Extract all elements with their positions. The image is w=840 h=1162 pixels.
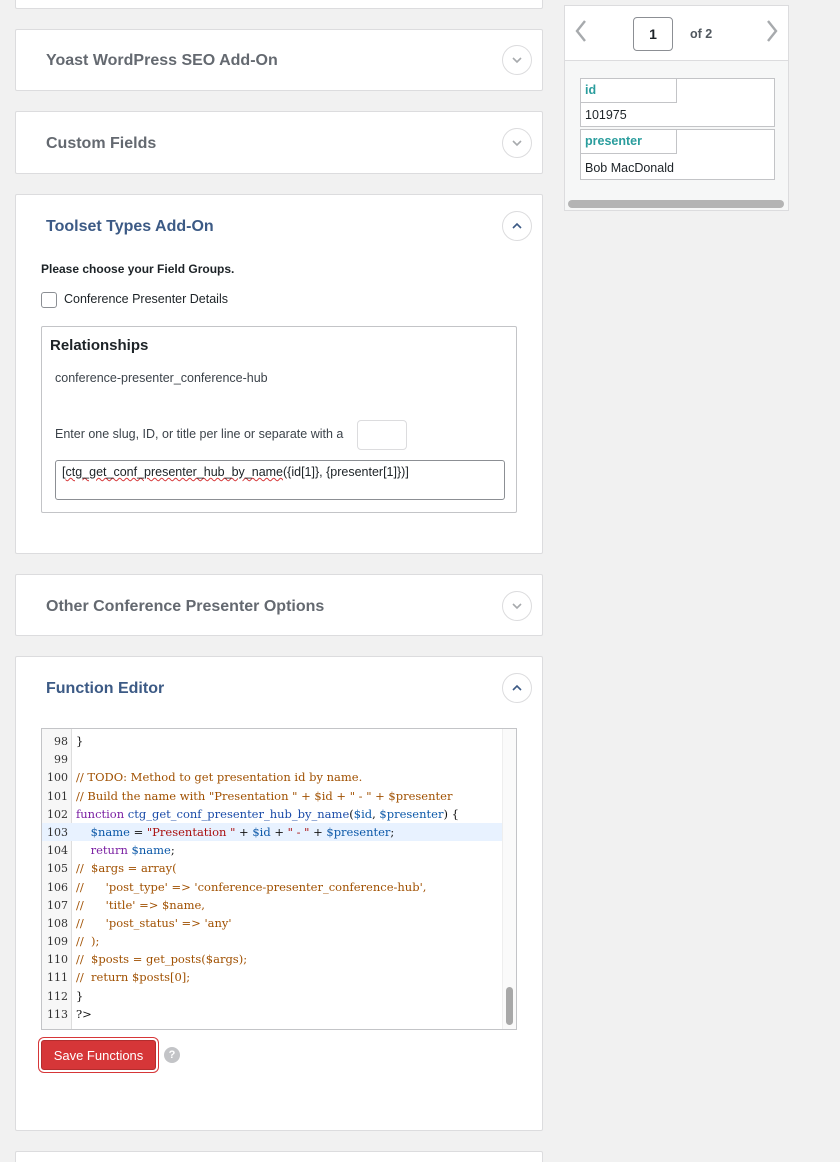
code-line[interactable]: 107 // 'title' => $name, (42, 896, 502, 914)
code-scrollbar[interactable] (502, 729, 516, 1029)
code-line[interactable]: 110 // $posts = get_posts($args); (42, 950, 502, 968)
code-line[interactable]: 105 // $args = array( (42, 859, 502, 877)
line-number: 104 (47, 844, 68, 858)
toolset-collapse-button[interactable] (502, 211, 532, 241)
relationships-box: Relationships conference-presenter_confe… (41, 326, 517, 513)
other-options-expand-button[interactable] (502, 591, 532, 621)
save-functions-button[interactable]: Save Functions (41, 1040, 156, 1070)
record-value: Bob MacDonald (585, 161, 674, 175)
line-code: } (76, 734, 84, 748)
line-number: 100 (47, 771, 68, 785)
line-number: 111 (47, 971, 68, 985)
line-code: $name = "Presentation " + $id + " - " + … (90, 824, 395, 839)
custom-fields-expand-button[interactable] (502, 128, 532, 158)
separator-input[interactable] (357, 420, 407, 450)
next-panel-edge (15, 1151, 543, 1162)
line-code: function ctg_get_conf_presenter_hub_by_n… (76, 806, 459, 821)
line-code: // ); (76, 934, 100, 949)
line-code: // 'title' => $name, (76, 897, 205, 912)
line-number: 99 (54, 753, 68, 767)
line-code: // $posts = get_posts($args); (76, 952, 248, 967)
value-function: ctg_get_conf_presenter_hub_by_name (65, 465, 284, 479)
code-line[interactable]: 108 // 'post_status' => 'any' (42, 914, 502, 932)
relationship-value-textarea[interactable]: [ctg_get_conf_presenter_hub_by_name({id[… (55, 460, 505, 500)
function-editor-panel-title[interactable]: Function Editor (46, 680, 164, 698)
line-number: 103 (47, 825, 68, 839)
other-options-panel: Other Conference Presenter Options (15, 574, 543, 636)
record-key[interactable]: id (585, 83, 596, 97)
relationship-slug: conference-presenter_conference-hub (55, 371, 268, 385)
code-line[interactable]: 104 return $name; (42, 841, 502, 859)
line-number: 107 (47, 898, 68, 912)
toolset-panel: Toolset Types Add-On Please choose your … (15, 194, 543, 554)
line-number: 101 (47, 789, 68, 803)
function-editor-panel: Function Editor 98} 99 100 // TODO: Method … (15, 656, 543, 1131)
value-args: ({id[1]}, {presenter[1]})] (283, 465, 409, 479)
record-field-id: id 101975 (580, 78, 775, 127)
preview-panel: 1 of 2 id 101975 presenter Bob MacDonald (564, 5, 789, 211)
code-scrollbar-thumb[interactable] (506, 987, 513, 1025)
conference-presenter-details-checkbox[interactable] (41, 292, 57, 308)
line-number: 112 (47, 989, 68, 1003)
chevron-left-icon[interactable] (573, 18, 589, 44)
chevron-down-icon (512, 57, 522, 64)
code-line[interactable]: 113 ?> (42, 1005, 502, 1023)
record-pager: 1 of 2 (565, 6, 788, 61)
record-value: 101975 (585, 108, 627, 122)
line-code: // 'post_status' => 'any' (76, 915, 232, 930)
line-code: ?> (76, 1006, 92, 1021)
toolset-panel-title[interactable]: Toolset Types Add-On (46, 218, 214, 236)
code-line[interactable]: 109 // ); (42, 932, 502, 950)
code-line[interactable]: 99 (42, 750, 502, 768)
code-line[interactable]: 98} (42, 732, 502, 750)
yoast-panel: Yoast WordPress SEO Add-On (15, 29, 543, 91)
code-line[interactable]: 111 // return $posts[0]; (42, 968, 502, 986)
conference-presenter-details-label[interactable]: Conference Presenter Details (64, 292, 228, 306)
yoast-expand-button[interactable] (502, 45, 532, 75)
code-line[interactable]: 100 // TODO: Method to get presentation i… (42, 768, 502, 786)
function-editor-collapse-button[interactable] (502, 673, 532, 703)
line-number: 105 (47, 862, 68, 876)
line-code: // return $posts[0]; (76, 970, 191, 985)
relationship-hint: Enter one slug, ID, or title per line or… (55, 427, 344, 441)
chevron-right-icon[interactable] (764, 18, 780, 44)
other-options-panel-title[interactable]: Other Conference Presenter Options (46, 598, 324, 616)
custom-fields-panel-title[interactable]: Custom Fields (46, 135, 156, 153)
chevron-up-icon (512, 222, 522, 229)
previous-panel-edge (15, 0, 543, 9)
line-code: // Build the name with "Presentation " +… (76, 788, 453, 803)
code-line[interactable]: 103 $name = "Presentation " + $id + " - … (42, 822, 502, 842)
field-groups-label: Please choose your Field Groups. (41, 262, 235, 276)
line-code: } (76, 988, 84, 1003)
relationships-title: Relationships (50, 337, 149, 354)
code-line[interactable]: 106 // 'post_type' => 'conference-present… (42, 878, 502, 896)
help-icon[interactable]: ? (164, 1047, 180, 1063)
chevron-up-icon (512, 684, 522, 691)
line-number: 108 (47, 916, 68, 930)
line-code: return $name; (90, 843, 175, 858)
line-number: 113 (47, 1007, 68, 1021)
record-key[interactable]: presenter (585, 134, 642, 148)
code-line[interactable]: 102 function ctg_get_conf_presenter_hub_b… (42, 805, 502, 823)
code-line[interactable]: 112} (42, 987, 502, 1005)
chevron-down-icon (512, 603, 522, 610)
preview-horizontal-scrollbar[interactable] (568, 200, 784, 208)
custom-fields-panel: Custom Fields (15, 111, 543, 174)
line-number: 98 (54, 735, 68, 748)
line-code: // TODO: Method to get presentation id b… (76, 770, 363, 785)
code-lines[interactable]: 98} 99 100 // TODO: Method to get presentat… (42, 732, 502, 1023)
page-number-input[interactable]: 1 (633, 17, 673, 51)
code-editor[interactable]: 98} 99 100 // TODO: Method to get presentat… (41, 728, 517, 1030)
line-code: // $args = array( (76, 861, 177, 876)
record-field-presenter: presenter Bob MacDonald (580, 129, 775, 180)
code-line[interactable]: 101 // Build the name with "Presentation … (42, 787, 502, 805)
chevron-down-icon (512, 140, 522, 147)
line-code: // 'post_type' => 'conference-presenter_… (76, 879, 427, 894)
page-count: of 2 (690, 27, 713, 41)
line-number: 110 (47, 953, 68, 967)
yoast-panel-title[interactable]: Yoast WordPress SEO Add-On (46, 52, 278, 70)
line-number: 102 (47, 807, 68, 821)
line-number: 109 (47, 935, 68, 949)
line-number: 106 (47, 880, 68, 894)
